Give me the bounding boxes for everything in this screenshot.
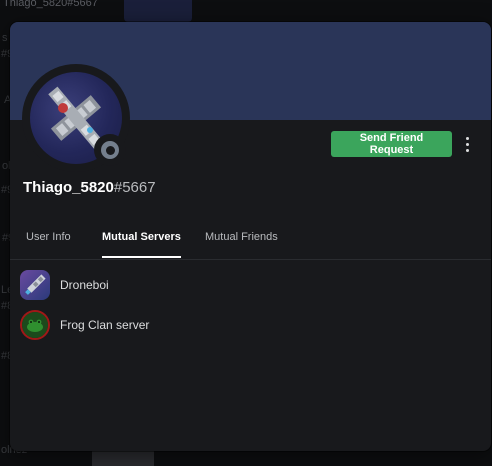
username: Thiago_5820 [23,179,114,196]
mutual-server-item[interactable]: Droneboi [20,269,460,301]
server-name: Droneboi [60,278,109,292]
more-vertical-icon[interactable] [460,134,476,154]
mutual-server-item[interactable]: Frog Clan server [20,309,460,341]
send-friend-request-button[interactable]: Send Friend Request [331,131,452,157]
drone-icon [20,270,50,300]
tab-mutual-servers[interactable]: Mutual Servers [102,226,181,258]
tab-user-info[interactable]: User Info [26,226,71,258]
background-text: Thiago_5820#5667 [3,0,98,9]
tab-mutual-friends[interactable]: Mutual Friends [205,226,278,258]
discriminator: #5667 [113,179,156,196]
server-name: Frog Clan server [60,318,150,332]
profile-tabs: User Info Mutual Servers Mutual Friends [10,226,491,260]
offline-status-icon [101,141,119,159]
frog-icon [20,310,50,340]
background-text: s [2,32,8,44]
user-profile-modal: Send Friend Request Thiago_5820#5667 Use… [10,22,491,451]
status-indicator [94,134,126,166]
profile-username: Thiago_5820#5667 [23,179,156,196]
background-thumbnail [124,0,192,22]
